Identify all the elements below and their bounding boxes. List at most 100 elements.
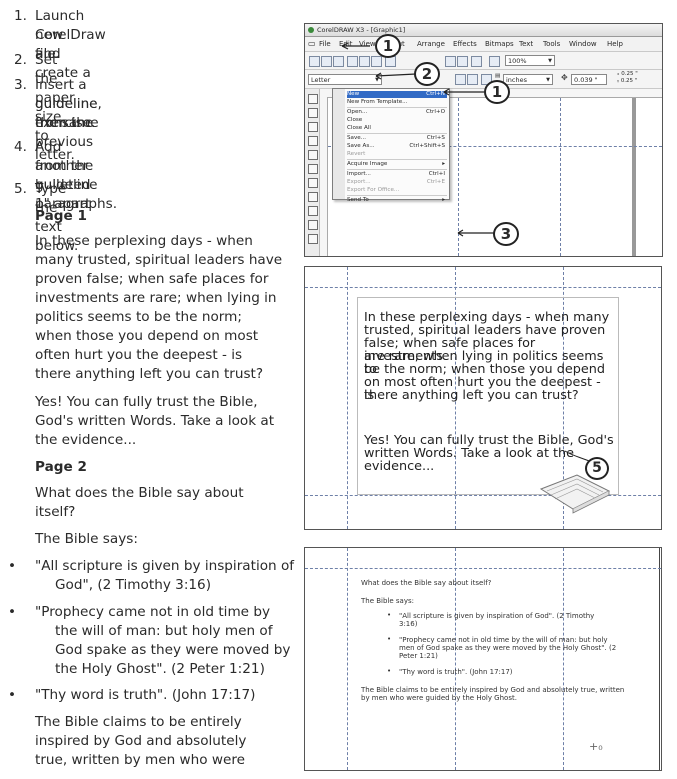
menu-item-label: Save As... — [347, 143, 375, 149]
page1-line: God's written Words. Take a look at — [35, 413, 275, 429]
bullet-text: God spake as they were moved by — [55, 642, 291, 658]
file-menu-item[interactable]: Import... Ctrl+I — [347, 171, 447, 178]
step-number: 2. — [14, 52, 27, 68]
smart-fill-tool-icon[interactable] — [308, 164, 318, 174]
menu-tools[interactable]: Tools — [543, 37, 560, 51]
dup-y-value: ᵧ 0.25 " — [617, 78, 638, 84]
page2-heading: Page 2 — [35, 459, 87, 475]
menu-item-shortcut: Ctrl+Shift+S — [409, 143, 445, 149]
step-number: 3. — [14, 77, 27, 93]
menu-item-shortcut: ▸ — [442, 197, 445, 203]
page2-preview: What does the Bible say about itself? Th… — [304, 547, 662, 771]
nudge-field[interactable]: 0.039 " — [571, 74, 607, 85]
bullet-dot: • — [387, 635, 392, 643]
arrow-2 — [375, 73, 417, 77]
welcome-icon[interactable] — [489, 56, 500, 67]
bullet-text: "All scripture is given by inspiration o… — [35, 558, 295, 574]
menu-item-label: Export... — [347, 179, 371, 185]
dup-x-value: ₓ 0.25 " — [617, 71, 638, 77]
rectangle-tool-icon[interactable] — [308, 178, 318, 188]
file-menu-item[interactable]: Close All — [347, 125, 447, 132]
preview2-question: What does the Bible say about itself? — [361, 579, 492, 587]
file-menu-item[interactable]: Save... Ctrl+S — [347, 135, 447, 142]
menu-item-label: Acquire Image — [347, 161, 388, 167]
zoom-level-field[interactable]: 100% ▼ — [505, 55, 555, 66]
chevron-down-icon: ▼ — [548, 58, 552, 64]
preview2-bullet-line: "Thy word is truth". (John 17:17) — [399, 668, 513, 676]
guideline-horizontal — [305, 287, 661, 288]
menu-separator — [347, 159, 447, 160]
closing-line: inspired by God and absolutely — [35, 733, 247, 749]
menu-item-label: Close All — [347, 125, 371, 131]
app-logo-icon — [308, 27, 314, 33]
menu-item-label: Import... — [347, 171, 371, 177]
closing-line: The Bible claims to be entirely — [35, 714, 242, 730]
ellipse-tool-icon[interactable] — [308, 192, 318, 202]
menu-item-label: Save... — [347, 135, 367, 141]
step-number: 1. — [14, 8, 27, 24]
page1-line: there anything left you can trust? — [35, 366, 264, 382]
page1-preview: In these perplexing days - when many tru… — [304, 266, 662, 530]
vertical-ruler[interactable] — [320, 89, 328, 256]
page2-line: itself? — [35, 504, 76, 520]
callout-3: 3 — [493, 222, 519, 246]
freehand-tool-icon[interactable] — [308, 150, 318, 160]
file-menu-item: Revert — [347, 151, 447, 158]
bullet-dot: • — [8, 687, 17, 703]
menu-file[interactable]: File — [319, 37, 331, 51]
bullet-text: the Holy Ghost". (2 Peter 1:21) — [55, 661, 265, 677]
file-menu-item[interactable]: Close — [347, 117, 447, 124]
page1-line: when those you depend on most — [35, 328, 259, 344]
menu-item-shortcut: Ctrl+E — [426, 179, 445, 185]
preview2-bullet-line: "Prophecy came not in old time by the wi… — [399, 636, 608, 644]
polygon-tool-icon[interactable] — [308, 206, 318, 216]
bullet-dot: • — [387, 667, 392, 675]
new-icon[interactable] — [309, 56, 320, 67]
pick-tool-icon[interactable] — [308, 94, 318, 104]
units-select[interactable]: inches ▼ — [503, 74, 553, 85]
import-icon[interactable] — [445, 56, 456, 67]
bullet-text: "Thy word is truth". (John 17:17) — [35, 687, 256, 703]
page1-line: Yes! You can fully trust the Bible, — [35, 394, 258, 410]
file-menu-item[interactable]: Acquire Image ▸ — [347, 161, 447, 168]
file-menu-item[interactable]: Open... Ctrl+O — [347, 109, 447, 116]
page1-line: proven false; when safe places for — [35, 271, 269, 287]
menu-text[interactable]: Text — [519, 37, 533, 51]
zoom-tool-icon[interactable] — [308, 136, 318, 146]
basic-shapes-tool-icon[interactable] — [308, 220, 318, 230]
step-number: 5. — [14, 181, 27, 197]
duplicate-distance[interactable]: ₓ 0.25 " ᵧ 0.25 " — [617, 71, 638, 85]
launcher-icon[interactable] — [471, 56, 482, 67]
dup-y: 0.25 " — [620, 78, 638, 84]
file-menu-item[interactable]: Send To ▸ — [347, 197, 447, 204]
menu-separator — [347, 133, 447, 134]
menu-bitmaps[interactable]: Bitmaps — [485, 37, 514, 51]
file-menu-item[interactable]: Save As... Ctrl+Shift+S — [347, 143, 447, 150]
export-icon[interactable] — [457, 56, 468, 67]
bullet-text: God", (2 Timothy 3:16) — [55, 577, 212, 593]
units-value: inches — [506, 76, 528, 84]
chevron-down-icon: ▼ — [546, 77, 550, 83]
guideline-vertical — [563, 548, 564, 770]
callout-2: 2 — [414, 62, 440, 86]
text-tool-icon[interactable] — [308, 234, 318, 244]
doc-icon: ▭ — [308, 39, 316, 48]
menu-item-label: Send To — [347, 197, 369, 203]
menu-effects[interactable]: Effects — [453, 37, 477, 51]
dup-x: 0.25 " — [621, 71, 638, 77]
preview2-bullet-line: Peter 1:21) — [399, 652, 438, 660]
guideline-vertical[interactable] — [560, 98, 561, 256]
callout-arrow-1b — [443, 88, 484, 96]
menu-item-shortcut: Ctrl+O — [425, 109, 445, 115]
guideline-horizontal — [305, 568, 661, 569]
menu-window[interactable]: Window — [569, 37, 597, 51]
crosshair-cursor-icon: +₀ — [589, 740, 603, 753]
guideline-vertical — [347, 548, 348, 770]
callout-arrow-2 — [375, 72, 417, 80]
menu-item-label: Close — [347, 117, 363, 123]
menu-help[interactable]: Help — [607, 37, 623, 51]
menu-arrange[interactable]: Arrange — [417, 37, 445, 51]
shape-tool-icon[interactable] — [308, 108, 318, 118]
menu-separator — [347, 195, 447, 196]
crop-tool-icon[interactable] — [308, 122, 318, 132]
